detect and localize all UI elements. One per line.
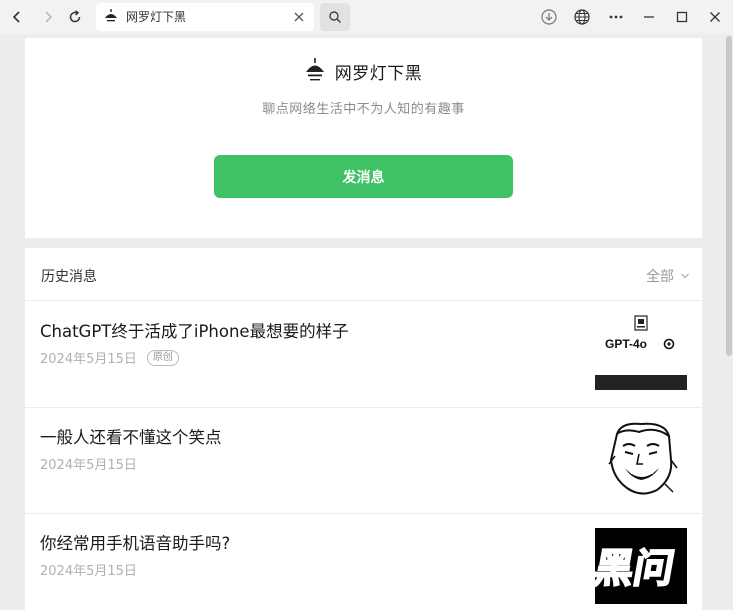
forward-arrow-icon — [45, 11, 53, 23]
thumb-label: GPT-4o — [605, 337, 647, 351]
account-name: 网罗灯下黑 — [334, 63, 423, 84]
close-icon[interactable] — [292, 10, 306, 24]
history-header: 历史消息 全部 — [25, 248, 702, 301]
maximize-button[interactable] — [670, 5, 694, 29]
download-icon — [541, 9, 557, 25]
article-thumbnail[interactable]: GPT-4o — [595, 314, 687, 390]
refresh-icon — [69, 10, 81, 23]
browser-tab[interactable]: 网罗灯下黑 — [96, 3, 314, 31]
black-question-thumbnail-graphic: 黑问 — [595, 544, 679, 592]
minimize-button[interactable] — [637, 5, 661, 29]
history-title: 历史消息 — [41, 269, 97, 285]
article-date: 2024年5月15日 — [40, 564, 137, 579]
history-card: 历史消息 全部 ChatGPT终于活成了iPhone最想要的样子 2024年5月… — [25, 248, 702, 610]
globe-icon — [574, 9, 590, 25]
search-button[interactable] — [320, 3, 350, 31]
window-close-button[interactable] — [703, 5, 727, 29]
gpt4o-thumbnail-graphic: GPT-4o — [595, 315, 687, 390]
refresh-button[interactable] — [63, 5, 87, 29]
download-button[interactable] — [537, 5, 561, 29]
original-badge: 原创 — [146, 349, 179, 366]
profile-header: 网罗灯下黑 — [25, 58, 702, 84]
forward-button[interactable] — [36, 5, 60, 29]
article-item[interactable]: 一般人还看不懂这个笑点 2024年5月15日 — [25, 408, 702, 514]
back-arrow-icon — [12, 11, 20, 23]
article-meta: 2024年5月15日 — [40, 454, 137, 473]
article-date: 2024年5月15日 — [40, 352, 137, 367]
article-title[interactable]: ChatGPT终于活成了iPhone最想要的样子 — [40, 318, 349, 342]
article-title[interactable]: 你经常用手机语音助手吗? — [40, 530, 230, 554]
send-message-button[interactable]: 发消息 — [214, 155, 513, 198]
article-date: 2024年5月15日 — [40, 458, 137, 473]
filter-label: 全部 — [646, 269, 674, 285]
article-thumbnail[interactable]: 黑问 — [595, 528, 687, 604]
lamp-icon — [105, 9, 117, 22]
lamp-icon — [305, 58, 324, 81]
article-item[interactable]: ChatGPT终于活成了iPhone最想要的样子 2024年5月15日 原创 G… — [25, 302, 702, 408]
laughing-face-meme-image — [608, 422, 678, 495]
tab-title: 网罗灯下黑 — [126, 10, 187, 24]
article-thumbnail[interactable] — [595, 420, 687, 496]
back-button[interactable] — [5, 5, 29, 29]
more-dots-icon — [609, 15, 623, 19]
article-meta: 2024年5月15日 — [40, 560, 137, 579]
more-button[interactable] — [604, 5, 628, 29]
search-icon — [329, 11, 342, 24]
scrollbar-thumb[interactable] — [726, 36, 732, 356]
thumb-label: 黑问 — [595, 545, 678, 592]
translate-button[interactable] — [570, 5, 594, 29]
minimize-icon — [644, 16, 654, 18]
article-meta: 2024年5月15日 原创 — [40, 348, 179, 367]
article-item[interactable]: 你经常用手机语音助手吗? 2024年5月15日 黑问 — [25, 514, 702, 610]
profile-card: 网罗灯下黑 聊点网络生活中不为人知的有趣事 发消息 — [25, 38, 702, 238]
scrollbar[interactable] — [725, 34, 733, 610]
history-filter-dropdown[interactable]: 全部 — [646, 266, 690, 286]
chevron-down-icon — [681, 273, 689, 279]
maximize-icon — [676, 11, 688, 23]
article-title[interactable]: 一般人还看不懂这个笑点 — [40, 424, 222, 448]
close-window-icon — [710, 12, 720, 22]
browser-toolbar: 网罗灯下黑 — [0, 0, 733, 34]
account-description: 聊点网络生活中不为人知的有趣事 — [262, 102, 465, 117]
